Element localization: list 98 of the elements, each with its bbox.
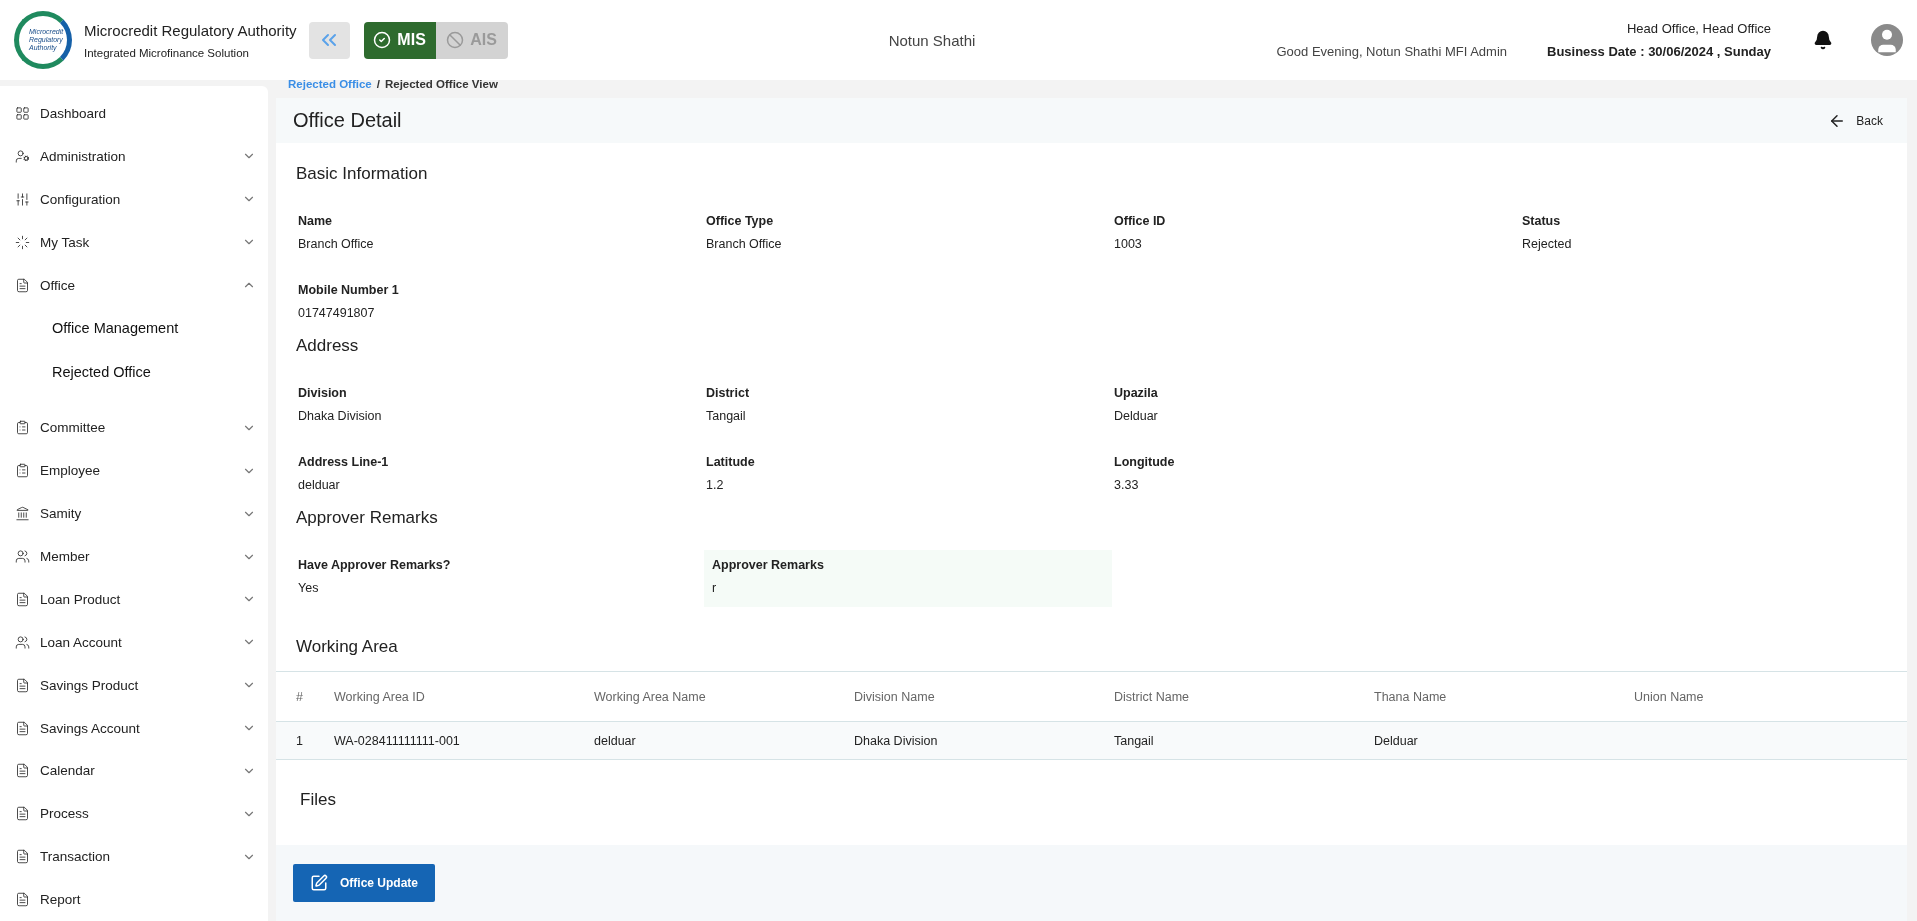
- grid-icon: [15, 105, 30, 121]
- field-label: Longitude: [1114, 455, 1176, 469]
- field-label: Have Approver Remarks?: [298, 558, 452, 572]
- field-label: Name: [298, 214, 334, 228]
- sidebar-item[interactable]: Employee: [0, 449, 268, 493]
- document-icon: [15, 277, 30, 293]
- back-button[interactable]: Back: [1822, 110, 1889, 131]
- avatar[interactable]: [1871, 24, 1903, 56]
- sidebar-item[interactable]: Process: [0, 792, 268, 836]
- people-icon: [15, 549, 30, 565]
- sidebar-subitem[interactable]: Office Management: [0, 306, 268, 351]
- field-label: Mobile Number 1: [298, 283, 400, 297]
- sidebar-item[interactable]: Committee: [0, 406, 268, 450]
- sidebar-item[interactable]: Loan Product: [0, 578, 268, 621]
- document-icon: [15, 892, 30, 908]
- field-label: Approver Remarks: [712, 558, 825, 572]
- field-value: Branch Office: [706, 237, 783, 251]
- field-value: 1.2: [706, 478, 725, 492]
- breadcrumb-current: Rejected Office View: [384, 78, 498, 90]
- user-gear-icon: [15, 148, 30, 164]
- document-icon: [15, 806, 30, 822]
- field-value: Delduar: [1114, 409, 1159, 423]
- field-label: Upazila: [1114, 386, 1159, 400]
- spinner-icon: [15, 234, 30, 250]
- field-label: Address Line-1: [298, 455, 390, 469]
- column-header: #: [276, 671, 326, 722]
- sidebar-item[interactable]: Administration: [0, 134, 268, 178]
- field-value: delduar: [298, 478, 341, 492]
- table-cell: Delduar: [1366, 721, 1626, 760]
- collapse-sidebar-button[interactable]: [308, 21, 350, 59]
- document-icon: [15, 591, 30, 607]
- table-cell: Dhaka Division: [846, 721, 1106, 760]
- sidebar-item[interactable]: Savings Product: [0, 663, 268, 707]
- field-value: Rejected: [1522, 237, 1573, 251]
- field-label: District: [706, 386, 751, 400]
- column-header: Union Name: [1626, 671, 1907, 722]
- field-label: Status: [1522, 214, 1562, 228]
- notification-bell-icon[interactable]: [1813, 30, 1833, 50]
- business-date: Business Date : 30/06/2024 , Sunday: [1547, 44, 1771, 59]
- section-title: Address: [296, 335, 360, 357]
- sidebar-item[interactable]: Member: [0, 535, 268, 578]
- sidebar-subitem[interactable]: Rejected Office: [0, 350, 268, 395]
- sliders-icon: [15, 191, 30, 207]
- field-value: Branch Office: [298, 237, 375, 251]
- table-cell: WA-028411111111-001: [326, 721, 586, 760]
- table-cell: delduar: [586, 721, 846, 760]
- organization-name: Notun Shathi: [887, 31, 976, 49]
- document-icon: [15, 677, 30, 693]
- document-icon: [15, 763, 30, 779]
- sidebar-item[interactable]: Calendar: [0, 749, 268, 793]
- field-value: 1003: [1114, 237, 1143, 251]
- section-title: Basic Information: [296, 163, 429, 185]
- ban-icon: [446, 31, 465, 49]
- app-title: Microcredit Regulatory Authority: [84, 21, 297, 39]
- edit-icon: [310, 874, 328, 892]
- sidebar-item[interactable]: Office: [0, 263, 268, 307]
- sidebar-item[interactable]: Savings Account: [0, 706, 268, 750]
- field-value: Yes: [298, 581, 320, 595]
- column-header: Thana Name: [1366, 671, 1626, 722]
- field-label: Division: [298, 386, 348, 400]
- sidebar-item[interactable]: Loan Account: [0, 620, 268, 664]
- section-title: Files: [299, 789, 337, 811]
- document-icon: [15, 849, 30, 865]
- sidebar-item[interactable]: Dashboard: [0, 92, 268, 135]
- office-text: Head Office, Head Office: [1626, 21, 1771, 36]
- people-icon: [15, 634, 30, 650]
- field-label: Office Type: [706, 214, 775, 228]
- building-icon: [15, 506, 30, 522]
- field-label: Office ID: [1114, 214, 1167, 228]
- field-label: Latitude: [706, 455, 756, 469]
- field-value: 01747491807: [298, 306, 376, 320]
- app-subtitle: Integrated Microfinance Solution: [84, 46, 250, 59]
- page-title: Office Detail: [293, 109, 403, 132]
- sidebar-item[interactable]: My Task: [0, 220, 268, 264]
- section-title: Working Area: [296, 636, 399, 658]
- greeting-text: Good Evening, Notun Shathi MFI Admin: [1276, 43, 1507, 59]
- clipboard-icon: [15, 463, 30, 479]
- column-header: Division Name: [846, 671, 1106, 722]
- section-title: Approver Remarks: [296, 507, 439, 529]
- sidebar-item[interactable]: Configuration: [0, 177, 268, 221]
- module-toggle[interactable]: MIS: [363, 21, 436, 59]
- table-cell: 1: [276, 721, 326, 760]
- column-header: Working Area ID: [326, 671, 586, 722]
- column-header: District Name: [1106, 671, 1366, 722]
- sidebar-item[interactable]: Transaction: [0, 835, 268, 879]
- office-update-button[interactable]: Office Update: [293, 864, 435, 902]
- table-cell: Tangail: [1106, 721, 1366, 760]
- column-header: Working Area Name: [586, 671, 846, 722]
- sidebar-item[interactable]: Samity: [0, 492, 268, 536]
- clipboard-icon: [15, 420, 30, 436]
- field-value: r: [712, 581, 718, 595]
- check-icon: [373, 31, 392, 49]
- field-value: Dhaka Division: [298, 409, 383, 423]
- field-value: Tangail: [706, 409, 747, 423]
- document-icon: [15, 720, 30, 736]
- field-value: 3.33: [1114, 478, 1140, 492]
- sidebar-item[interactable]: Report: [0, 878, 268, 921]
- breadcrumb-separator: /: [376, 78, 380, 90]
